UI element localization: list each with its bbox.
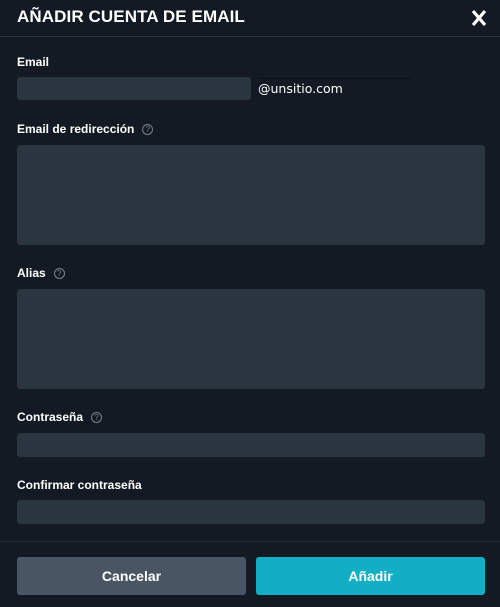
- help-icon[interactable]: ?: [53, 268, 65, 279]
- confirm-password-label: Confirmar contraseña: [17, 478, 142, 492]
- confirm-password-field[interactable]: [17, 500, 485, 524]
- email-label: Email: [17, 55, 50, 69]
- domain-divider: [258, 78, 411, 79]
- dialog-header: AÑADIR CUENTA DE EMAIL: [0, 0, 500, 37]
- cancel-button[interactable]: Cancelar: [17, 557, 246, 595]
- close-icon: [471, 9, 487, 27]
- redirect-email-textarea[interactable]: [17, 145, 485, 245]
- add-email-account-dialog: AÑADIR CUENTA DE EMAIL Email @unsitio.co…: [0, 0, 500, 607]
- email-field[interactable]: [17, 77, 251, 100]
- email-domain-suffix: @unsitio.com: [258, 81, 343, 96]
- alias-textarea[interactable]: [17, 289, 485, 389]
- close-button[interactable]: [469, 9, 489, 27]
- password-label: Contraseña?: [17, 410, 103, 424]
- footer-divider: [0, 541, 500, 542]
- help-icon[interactable]: ?: [142, 124, 154, 135]
- alias-label: Alias?: [17, 266, 65, 280]
- help-icon[interactable]: ?: [91, 412, 103, 423]
- dialog-title: AÑADIR CUENTA DE EMAIL: [17, 7, 245, 26]
- redirect-email-label: Email de redirección?: [17, 122, 154, 136]
- password-field[interactable]: [17, 433, 485, 457]
- add-button[interactable]: Añadir: [256, 557, 485, 595]
